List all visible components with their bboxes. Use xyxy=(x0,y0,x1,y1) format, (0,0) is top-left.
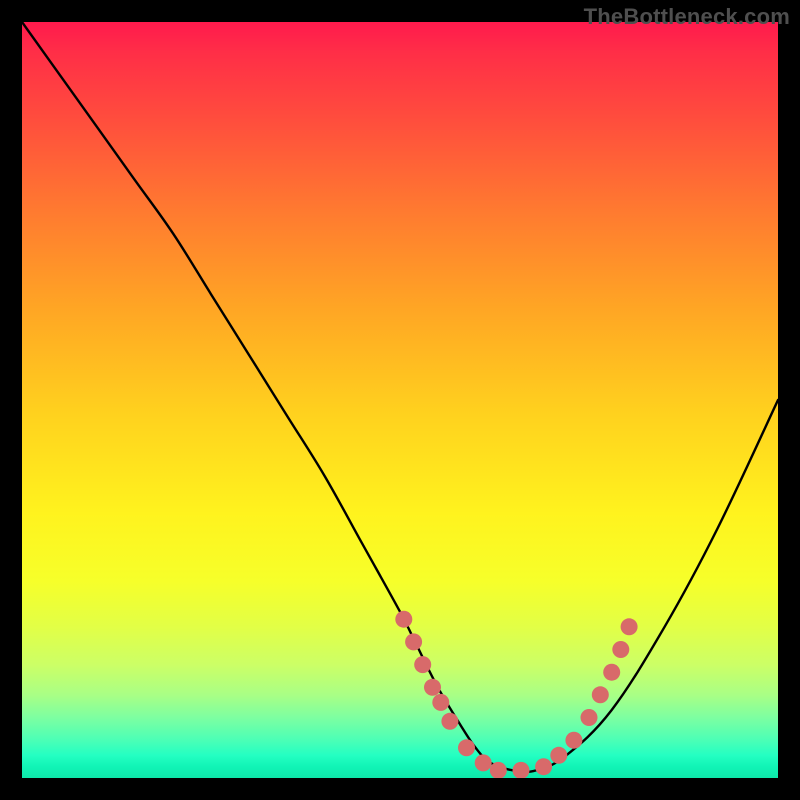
curve-marker xyxy=(621,618,638,635)
curve-markers xyxy=(395,611,637,778)
curve-marker xyxy=(603,664,620,681)
curve-marker xyxy=(441,713,458,730)
chart-container: TheBottleneck.com xyxy=(0,0,800,800)
curve-marker xyxy=(612,641,629,658)
curve-marker xyxy=(424,679,441,696)
watermark-text: TheBottleneck.com xyxy=(584,4,790,30)
bottleneck-curve-svg xyxy=(22,22,778,778)
curve-marker xyxy=(395,611,412,628)
bottleneck-curve xyxy=(22,22,778,772)
curve-marker xyxy=(513,762,530,778)
curve-marker xyxy=(565,732,582,749)
curve-marker xyxy=(550,747,567,764)
curve-marker xyxy=(405,633,422,650)
curve-marker xyxy=(432,694,449,711)
curve-marker xyxy=(414,656,431,673)
curve-marker xyxy=(581,709,598,726)
curve-marker xyxy=(535,758,552,775)
curve-marker xyxy=(458,739,475,756)
curve-marker xyxy=(592,686,609,703)
plot-area xyxy=(22,22,778,778)
curve-marker xyxy=(475,754,492,771)
